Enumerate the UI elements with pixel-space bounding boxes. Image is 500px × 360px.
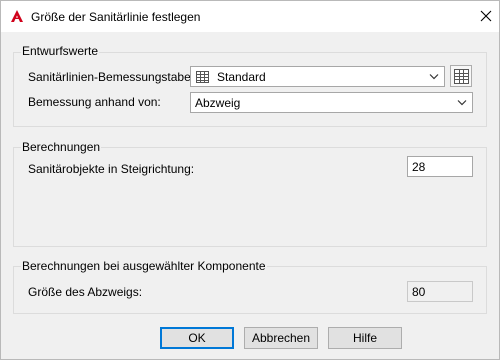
title-bar: Größe der Sanitärlinie festlegen <box>1 1 499 32</box>
autocad-a-icon <box>11 10 23 22</box>
sizing-table-label: Sanitärlinien-Bemessungstabelle: <box>28 70 207 84</box>
ok-button[interactable]: OK <box>160 327 234 349</box>
fixture-units-input[interactable]: 28 <box>407 156 473 177</box>
chevron-down-icon <box>429 74 439 80</box>
sizing-table-value: Standard <box>217 70 266 84</box>
fixture-units-label: Sanitärobjekte in Steigrichtung: <box>28 162 195 176</box>
sizing-basis-dropdown[interactable]: Abzweig <box>190 92 473 113</box>
sizing-basis-value: Abzweig <box>195 96 241 110</box>
table-icon <box>196 71 209 83</box>
sizing-table-dropdown[interactable]: Standard <box>190 66 445 87</box>
dialog-window: Größe der Sanitärlinie festlegen Entwurf… <box>0 0 500 360</box>
design-values-group <box>13 52 487 127</box>
close-icon[interactable] <box>477 7 495 25</box>
dialog-title: Größe der Sanitärlinie festlegen <box>31 10 201 24</box>
chevron-down-icon <box>457 100 467 106</box>
branch-size-label: Größe des Abzweigs: <box>28 285 143 299</box>
cancel-button[interactable]: Abbrechen <box>244 327 318 349</box>
calculations-group-title: Berechnungen <box>21 140 102 154</box>
table-icon <box>454 69 469 84</box>
branch-size-field: 80 <box>407 281 473 302</box>
selected-component-group-title: Berechnungen bei ausgewählter Komponente <box>21 259 267 273</box>
design-values-group-title: Entwurfswerte <box>21 44 100 58</box>
sizing-table-browse-button[interactable] <box>450 65 472 87</box>
help-button[interactable]: Hilfe <box>328 327 402 349</box>
sizing-basis-label: Bemessung anhand von: <box>28 95 161 109</box>
